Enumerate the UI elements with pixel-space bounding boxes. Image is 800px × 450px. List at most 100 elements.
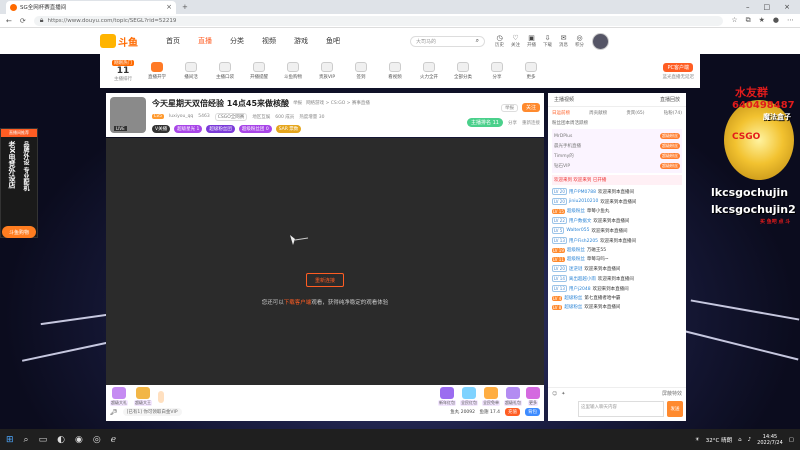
cat-item[interactable]: 直播开学 [140,62,174,80]
tab-replay[interactable]: 直播回放 [660,96,680,103]
badge[interactable]: 超级星光 1 [174,124,203,133]
nav-category[interactable]: 分类 [230,36,244,46]
chat-input[interactable]: 这里输入聊天内容 [578,401,664,417]
list-item[interactable]: 钻石VIP 超级粉丝 [554,161,680,171]
anchor-name[interactable]: luxiyou_qq [169,114,193,119]
gift-item[interactable]: 超级大王 [134,387,152,406]
report-link[interactable]: 举报 [293,100,302,106]
gift-item[interactable] [158,390,164,403]
tab-daily-rank[interactable]: 日运前榜 [552,110,570,116]
close-icon[interactable]: × [166,3,172,11]
weather-icon[interactable]: ☀ [695,437,700,443]
retry-button[interactable]: 重新连接 [306,273,344,287]
gift-item[interactable]: 全民免单 [482,387,500,406]
back-icon[interactable]: ← [6,17,12,25]
block-effects-toggle[interactable]: 屏蔽特效 [662,390,682,397]
gift-item[interactable]: 超级大礼 [110,387,128,406]
list-item[interactable]: 晨光手机直播 超级粉丝 [554,141,680,151]
anchor-rank[interactable]: 刚刚热门 11 主播排行 [106,60,140,82]
nav-game[interactable]: 游戏 [294,36,308,46]
gift-item[interactable]: 超级礼包 [504,387,522,406]
report-button[interactable]: 举报 [500,103,518,112]
tab-weekly-rank[interactable]: 周贡献榜 [589,110,607,116]
reconnect-link[interactable]: 重新连接 [522,120,540,126]
search-icon[interactable]: ⌕ [24,435,29,445]
windows-start-icon[interactable]: ⊞ [6,435,14,445]
category-breadcrumb[interactable]: 网络游戏 > CS:GO > 赛事直播 [306,100,370,106]
tab-guests[interactable]: 贵宾(65) [626,110,644,116]
badge[interactable]: V关播 [152,124,171,133]
cat-item[interactable]: 火力全开 [412,62,446,80]
badge[interactable]: SAR 票数 [275,124,302,133]
favorites-icon[interactable]: ★ [759,16,765,25]
cat-item[interactable]: 主播口袋 [208,62,242,80]
minimize-icon[interactable]: – [746,3,750,11]
pc-client-promo[interactable]: PC客户端 蓝光直播无延迟 [663,62,694,80]
client-download-link[interactable]: 下载客户端 [284,300,312,306]
cat-item[interactable]: 斗鱼购物 [276,62,310,80]
cat-item[interactable]: 贵族VIP [310,62,344,80]
clock[interactable]: 14:45 2022/7/24 [757,434,783,446]
recharge-button[interactable]: 充值 [505,408,520,416]
cat-item[interactable]: 分享 [480,62,514,80]
vip-claim[interactable]: [已有1] 你可领取白金VIP [122,408,182,416]
anchor-avatar[interactable]: LIVE [110,97,146,133]
cat-item[interactable]: 播间活 [174,62,208,80]
browser-tab[interactable]: SG全网杯赛直播间 × [6,0,176,14]
douyu-logo[interactable]: 斗鱼 [100,34,138,49]
url-field[interactable]: 🔒︎ https://www.douyu.com/topic/SEGL?rid=… [33,15,724,26]
cat-item[interactable]: 开播提醒 [242,62,276,80]
refresh-icon[interactable]: ⟳ [20,17,26,25]
gift-item[interactable]: 更多 [526,387,540,406]
weather-text[interactable]: 32°C 晴朗 [706,436,732,444]
more-icon[interactable]: ⋯ [787,16,794,25]
tab-diamond-fans[interactable]: 钻粉(74) [664,110,682,116]
download-button[interactable]: ⇩ 下载 [543,34,552,48]
douyu-shop-button[interactable]: 斗鱼购物 [2,226,36,238]
nav-yuba[interactable]: 鱼吧 [326,36,340,46]
extensions-icon[interactable]: ⧉ [746,16,751,25]
badge[interactable]: 超级粉丝团 [206,124,235,133]
share-button[interactable]: 分享 [508,120,517,126]
cat-item[interactable]: 全部分类 [446,62,480,80]
edge-icon[interactable]: ◉ [75,435,83,445]
cat-item[interactable]: 更多 [514,62,548,80]
steam-icon[interactable]: ◐ [57,435,65,445]
new-tab-icon[interactable]: + [182,3,188,11]
search-icon[interactable]: ⌕ [476,37,479,45]
points-button[interactable]: ◎ 积分 [575,34,584,48]
history-button[interactable]: ◷ 历史 [495,34,504,48]
cat-item[interactable]: 签到 [344,62,378,80]
search-input[interactable]: 大司马的 ⌕ [410,35,485,47]
tab-anchor-video[interactable]: 主播视频 [554,96,574,103]
ie-icon[interactable]: ℯ [111,435,116,445]
emoji-icon[interactable]: ☺ [552,391,557,397]
list-item[interactable]: MrDPlus 超级粉丝 [554,131,680,141]
nav-live[interactable]: 直播 [198,36,212,46]
task-view-icon[interactable]: ▭ [39,435,48,445]
network-icon[interactable]: ⌂ [738,437,742,443]
nav-video[interactable]: 视频 [262,36,276,46]
nav-home[interactable]: 首页 [166,36,180,46]
message-button[interactable]: ✉ 消息 [559,34,568,48]
maximize-icon[interactable]: □ [764,3,771,11]
send-button[interactable]: 发送 [667,401,683,417]
volume-icon[interactable]: ♪ [748,437,752,443]
profile-icon[interactable]: ● [773,16,779,25]
video-player[interactable]: 重新连接 您还可以下载客户端观看，获得纯净稳定的观看体验 [106,138,544,385]
notification-icon[interactable]: ▢ [789,437,794,443]
window-close-icon[interactable]: × [784,3,790,11]
follow-button[interactable]: ♡ 关注 [511,34,520,48]
gift-item[interactable]: 新年红包 [438,387,456,406]
list-item[interactable]: Timmy的 超级粉丝 [554,151,680,161]
backpack-button[interactable]: 背包 [525,408,540,416]
user-avatar[interactable] [592,32,609,50]
badge[interactable]: 超级粉丝团 0 [238,124,272,133]
room-tag[interactable]: CSGO全网赛 [214,112,248,121]
rank-badge[interactable]: 主播排名 11 [467,118,503,127]
chrome-icon[interactable]: ◎ [93,435,101,445]
cat-item[interactable]: 看视频 [378,62,412,80]
gift-icon[interactable]: ✦ [561,391,565,397]
broadcast-button[interactable]: ▣ 开播 [527,34,536,48]
star-icon[interactable]: ☆ [731,16,737,25]
